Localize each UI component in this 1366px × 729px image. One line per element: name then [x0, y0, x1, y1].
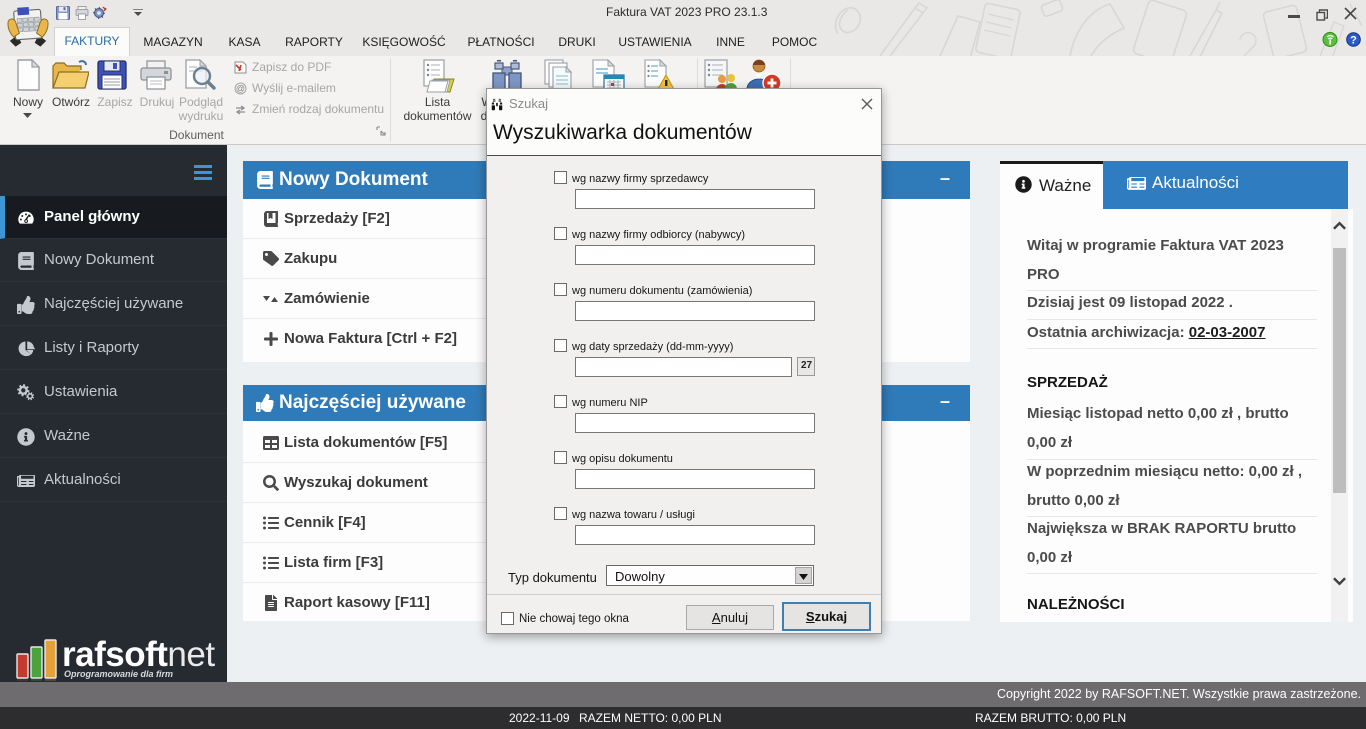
svg-text:?: ? — [1350, 35, 1357, 47]
svg-text:@: @ — [236, 84, 245, 94]
